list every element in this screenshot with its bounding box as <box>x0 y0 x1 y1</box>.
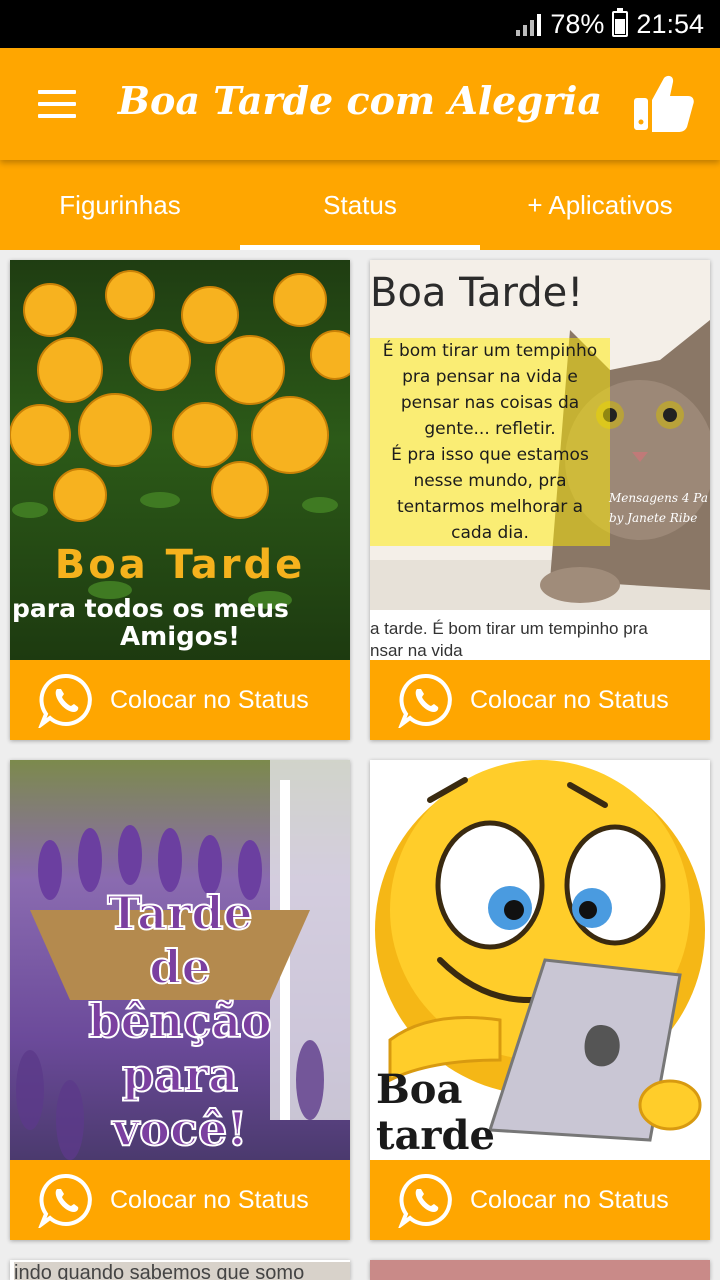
whatsapp-icon <box>38 1173 92 1228</box>
image-caption: Amigos! <box>120 622 240 652</box>
tab-status[interactable]: Status <box>240 160 480 250</box>
status-bar: 78% 21:54 <box>0 0 720 48</box>
signature-line: by Janete Ribe <box>608 511 698 525</box>
image-body-line: pensar nas coisas da <box>370 390 610 416</box>
caption-line: para <box>121 1047 239 1103</box>
caption-line: de <box>148 939 211 995</box>
status-card: Boa tarde Colocar no Status <box>370 760 710 1240</box>
set-status-label: Colocar no Status <box>110 685 309 714</box>
battery-icon <box>612 8 629 37</box>
whatsapp-icon <box>38 673 92 728</box>
image-body-line: É pra isso que estamos <box>370 442 610 468</box>
image-caption: Boa Tarde <box>54 542 306 588</box>
image-body-line: gente... refletir. <box>370 416 610 442</box>
status-card-partial[interactable]: indo quando sabemos que somo <box>10 1260 350 1280</box>
signal-icon <box>516 12 542 36</box>
caption-line: Tarde <box>106 885 253 941</box>
thumbs-up-icon[interactable] <box>630 70 696 136</box>
set-status-label: Colocar no Status <box>110 1185 309 1214</box>
image-caption: para todos os meus <box>12 594 289 623</box>
set-status-label: Colocar no Status <box>470 685 669 714</box>
image-body-line: nesse mundo, pra <box>370 468 610 494</box>
status-card: Boa Tarde para todos os meus Amigos! Col… <box>10 260 350 740</box>
set-status-label: Colocar no Status <box>470 1185 669 1214</box>
status-grid: Boa Tarde para todos os meus Amigos! Col… <box>0 250 720 1280</box>
roses-image[interactable]: Boa Tarde para todos os meus Amigos! <box>10 260 350 660</box>
app-bar: Boa Tarde com Alegria <box>0 48 720 160</box>
set-status-button[interactable]: Colocar no Status <box>370 660 710 740</box>
caption-line: nsar na vida <box>370 641 463 660</box>
image-body-line: cada dia. <box>370 520 610 546</box>
set-status-button[interactable]: Colocar no Status <box>10 1160 350 1240</box>
tab-aplicativos[interactable]: + Aplicativos <box>480 160 720 250</box>
caption-line: você! <box>112 1101 249 1157</box>
image-caption-block: Tarde de bênção para você! <box>10 885 350 1157</box>
image-signature: Mensagens 4 Pa by Janete Ribe <box>609 488 708 528</box>
caption-line: bênção <box>87 993 272 1049</box>
image-heading: Boa Tarde! <box>370 270 584 316</box>
cat-image[interactable]: Boa Tarde! É bom tirar um tempinho pra p… <box>370 260 710 660</box>
status-card-partial[interactable] <box>370 1260 710 1280</box>
app-title: Boa Tarde com Alegria <box>117 78 603 123</box>
image-body-line: tentarmos melhorar a <box>370 494 610 520</box>
tab-figurinhas[interactable]: Figurinhas <box>0 160 240 250</box>
caption-line: a tarde. É bom tirar um tempinho pra <box>370 619 648 638</box>
image-caption: a tarde. É bom tirar um tempinho pra nsa… <box>370 618 710 660</box>
set-status-button[interactable]: Colocar no Status <box>10 660 350 740</box>
signature-line: Mensagens 4 Pa <box>608 491 708 505</box>
tab-bar: Figurinhas Status + Aplicativos <box>0 160 720 250</box>
image-caption: Boa <box>376 1066 463 1113</box>
emoji-tablet-image[interactable]: Boa tarde <box>370 760 710 1160</box>
image-caption: indo quando sabemos que somo <box>14 1262 350 1280</box>
whatsapp-icon <box>398 1173 452 1228</box>
image-caption: tarde <box>376 1112 495 1159</box>
lavender-image[interactable]: Tarde de bênção para você! <box>10 760 350 1160</box>
set-status-button[interactable]: Colocar no Status <box>370 1160 710 1240</box>
status-card: Tarde de bênção para você! Colocar no St… <box>10 760 350 1240</box>
battery-percent: 78% <box>550 8 605 39</box>
image-body-line: É bom tirar um tempinho <box>370 338 610 364</box>
status-card: Boa Tarde! É bom tirar um tempinho pra p… <box>370 260 710 740</box>
clock: 21:54 <box>636 8 704 39</box>
image-body-text: É bom tirar um tempinho pra pensar na vi… <box>370 338 610 546</box>
whatsapp-icon <box>398 673 452 728</box>
image-body-line: pra pensar na vida e <box>370 364 610 390</box>
